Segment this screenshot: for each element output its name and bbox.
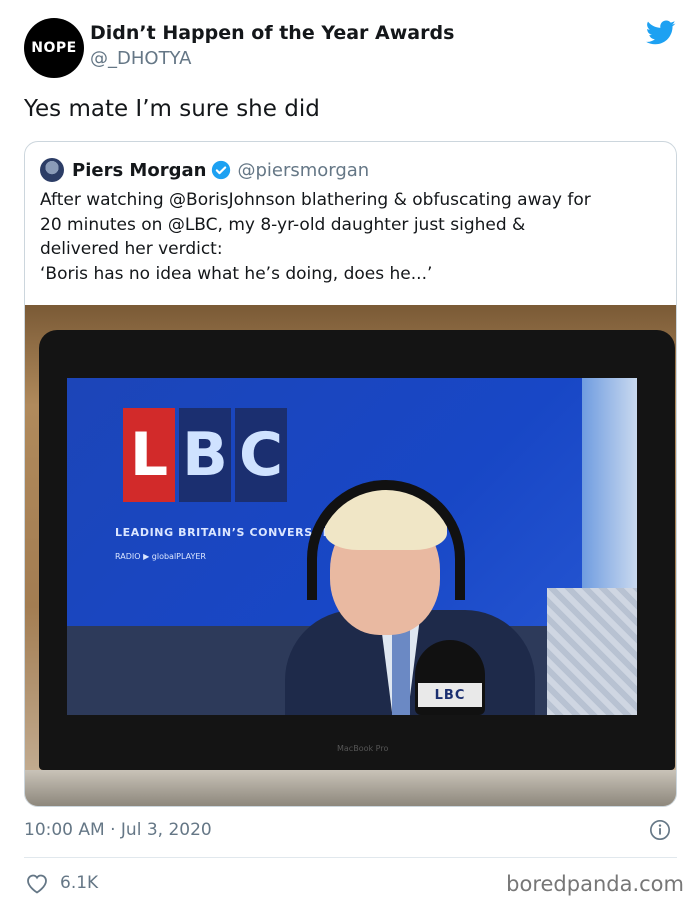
verified-badge-icon [212,160,231,180]
lbc-logo-letter: B [179,408,231,502]
author-name[interactable]: Didn’t Happen of the Year Awards [90,22,454,44]
info-icon[interactable] [649,819,671,841]
studio-chair [547,588,637,715]
quoted-tweet[interactable]: Piers Morgan @piersmorgan After watching… [24,141,677,807]
lbc-logo-letter: L [123,408,175,502]
headset-icon [307,480,465,600]
quoted-author-name[interactable]: Piers Morgan [72,160,206,181]
person-tie [392,630,410,715]
tweet-timestamp[interactable]: 10:00 AM · Jul 3, 2020 [24,820,212,840]
quoted-text: After watching @BorisJohnson blathering … [40,188,670,286]
lbc-sub-tagline: RADIO ▶ globalPLAYER [115,552,206,561]
tweet-header: NOPE Didn’t Happen of the Year Awards @_… [24,18,684,80]
avatar[interactable]: NOPE [24,18,84,78]
like-action[interactable]: 6.1K [24,872,98,894]
laptop: L B C LEADING BRITAIN’S CONVERSATI RADIO… [39,330,675,770]
lbc-logo: L B C [123,408,291,502]
quoted-media-image[interactable]: L B C LEADING BRITAIN’S CONVERSATI RADIO… [25,305,676,806]
quoted-author-handle[interactable]: @piersmorgan [237,160,369,181]
lbc-logo-letter: C [235,408,287,502]
watermark: boredpanda.com [506,872,684,896]
quoted-header: Piers Morgan @piersmorgan [40,158,369,182]
mic-label: LBC [418,683,482,707]
divider [24,857,677,858]
heart-icon[interactable] [24,872,50,894]
quoted-text-line: ‘Boris has no idea what he’s doing, does… [40,263,433,284]
laptop-screen: L B C LEADING BRITAIN’S CONVERSATI RADIO… [67,378,637,715]
laptop-brand: MacBook Pro [337,744,389,753]
tweet-text: Yes mate I’m sure she did [24,96,320,122]
quoted-text-line: After watching @BorisJohnson blathering … [40,190,591,210]
laptop-base [25,770,676,806]
quoted-avatar[interactable] [40,158,64,182]
like-count: 6.1K [60,873,99,893]
quoted-text-line: delivered her verdict: [40,239,223,259]
quoted-text-line: 20 minutes on @LBC, my 8-yr-old daughter… [40,214,526,235]
twitter-bird-icon[interactable] [646,20,676,46]
author-block: Didn’t Happen of the Year Awards @_DHOTY… [90,22,454,69]
author-handle[interactable]: @_DHOTYA [90,48,454,69]
